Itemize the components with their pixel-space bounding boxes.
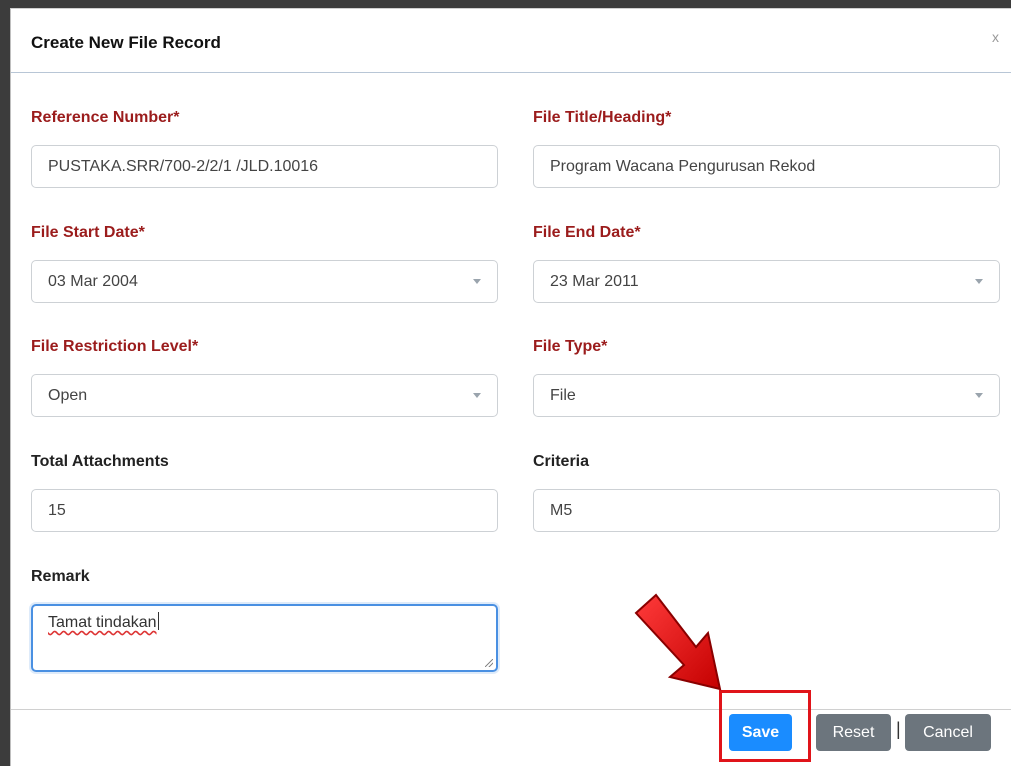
reset-button[interactable]: Reset <box>816 714 891 751</box>
close-icon[interactable]: x <box>992 29 999 45</box>
file-restriction-level-label: File Restriction Level* <box>31 338 199 355</box>
criteria-value: M5 <box>550 501 573 519</box>
file-type-value: File <box>550 386 576 404</box>
file-start-date-label: File Start Date* <box>31 224 145 241</box>
file-start-date-select[interactable]: 03 Mar 2004 <box>31 260 498 303</box>
file-end-date-value: 23 Mar 2011 <box>550 272 639 290</box>
remark-label: Remark <box>31 568 90 585</box>
total-attachments-value: 15 <box>48 501 66 519</box>
remark-textarea[interactable]: Tamat tindakan <box>31 604 498 672</box>
file-end-date-field: File End Date* 23 Mar 2011 <box>533 224 1000 303</box>
file-title-value: Program Wacana Pengurusan Rekod <box>550 157 816 175</box>
total-attachments-field: Total Attachments 15 <box>31 453 498 532</box>
chevron-down-icon <box>473 393 481 398</box>
total-attachments-input[interactable]: 15 <box>31 489 498 532</box>
file-start-date-value: 03 Mar 2004 <box>48 272 138 290</box>
file-type-field: File Type* File <box>533 338 1000 417</box>
file-restriction-level-select[interactable]: Open <box>31 374 498 417</box>
chevron-down-icon <box>975 279 983 284</box>
chevron-down-icon <box>975 393 983 398</box>
modal-header: Create New File Record x <box>11 9 1011 73</box>
modal-title: Create New File Record <box>31 33 221 52</box>
file-end-date-select[interactable]: 23 Mar 2011 <box>533 260 1000 303</box>
file-title-input[interactable]: Program Wacana Pengurusan Rekod <box>533 145 1000 188</box>
resize-handle-icon[interactable] <box>485 659 493 667</box>
reference-number-label: Reference Number* <box>31 109 180 126</box>
file-type-label: File Type* <box>533 338 608 355</box>
file-restriction-level-field: File Restriction Level* Open <box>31 338 498 417</box>
footer-divider <box>11 709 1011 710</box>
file-restriction-level-value: Open <box>48 386 88 404</box>
file-title-field: File Title/Heading* Program Wacana Pengu… <box>533 109 1000 188</box>
remark-value: Tamat tindakan <box>48 614 157 631</box>
chevron-down-icon <box>473 279 481 284</box>
total-attachments-label: Total Attachments <box>31 453 169 470</box>
text-cursor <box>157 612 159 630</box>
reference-number-value: PUSTAKA.SRR/700-2/2/1 /JLD.10016 <box>48 157 319 175</box>
button-separator: | <box>896 719 901 739</box>
criteria-field: Criteria M5 <box>533 453 1000 532</box>
reference-number-input[interactable]: PUSTAKA.SRR/700-2/2/1 /JLD.10016 <box>31 145 498 188</box>
file-type-select[interactable]: File <box>533 374 1000 417</box>
file-title-label: File Title/Heading* <box>533 109 672 126</box>
cancel-button[interactable]: Cancel <box>905 714 991 751</box>
file-start-date-field: File Start Date* 03 Mar 2004 <box>31 224 498 303</box>
remark-field: Remark Tamat tindakan <box>31 568 498 672</box>
file-end-date-label: File End Date* <box>533 224 641 241</box>
criteria-label: Criteria <box>533 453 590 470</box>
criteria-input[interactable]: M5 <box>533 489 1000 532</box>
create-file-record-modal: Create New File Record x Reference Numbe… <box>10 8 1011 766</box>
red-arrow-icon <box>634 593 722 691</box>
reference-number-field: Reference Number* PUSTAKA.SRR/700-2/2/1 … <box>31 109 498 188</box>
